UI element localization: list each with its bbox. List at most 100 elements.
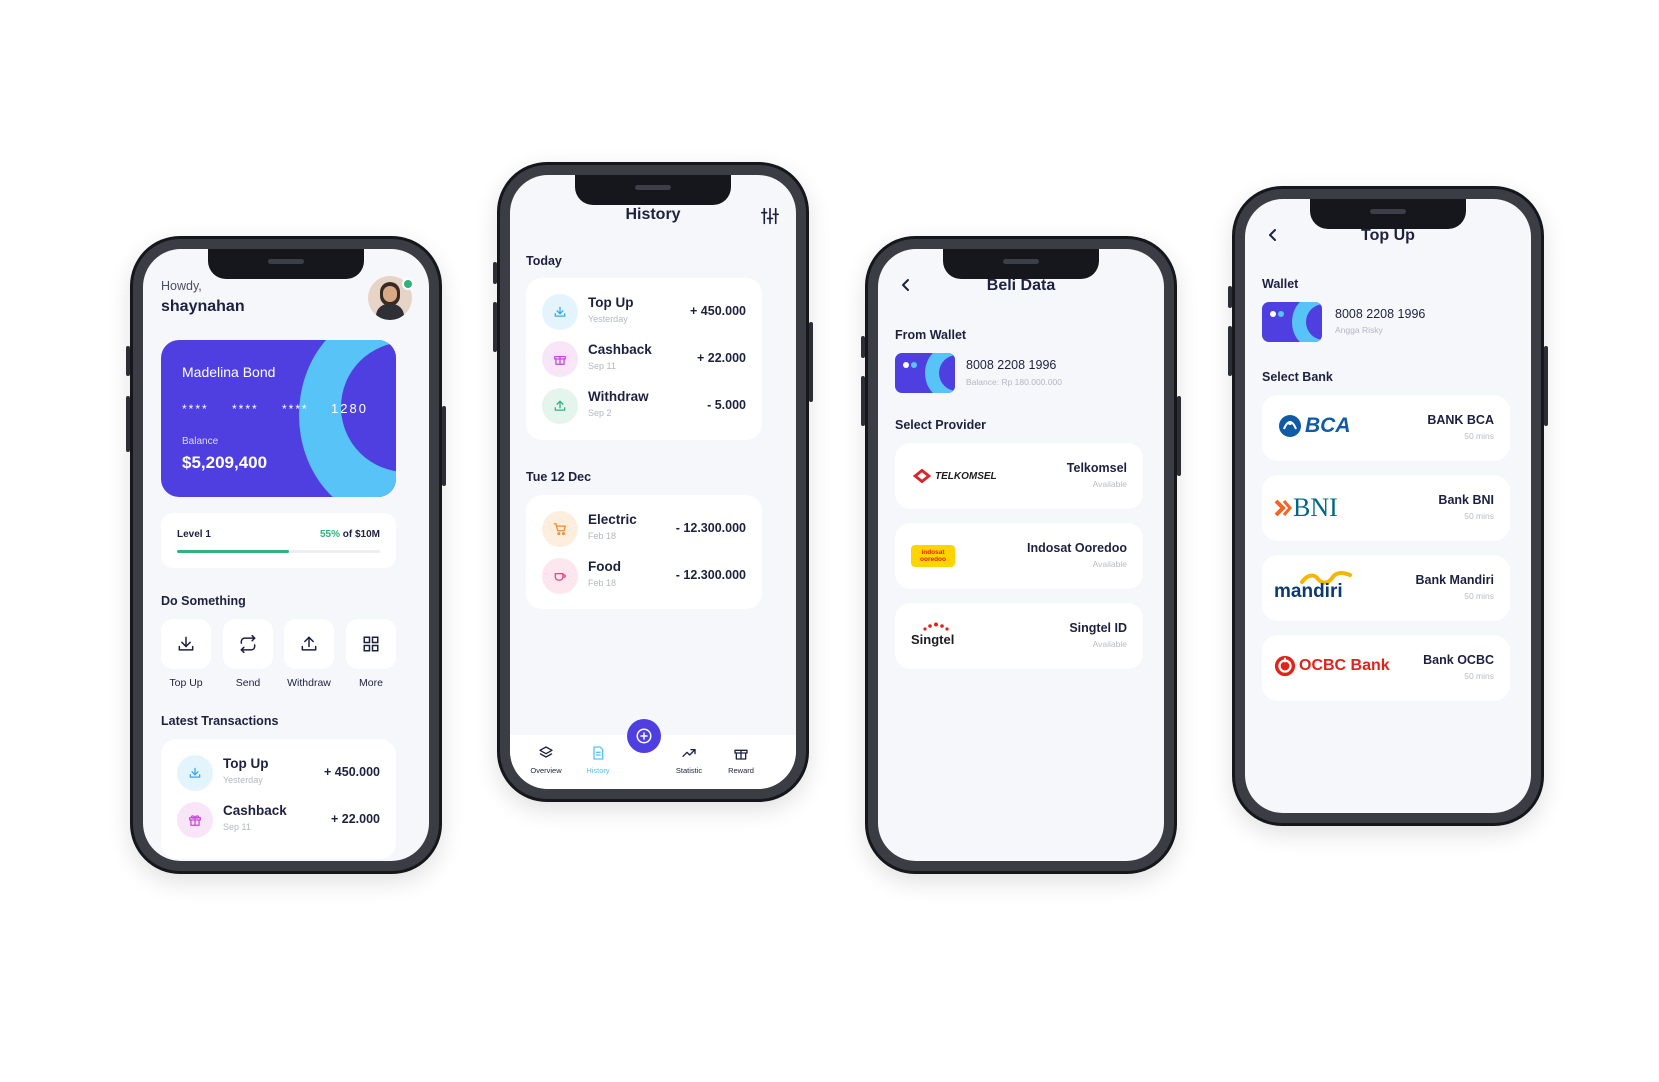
provider-telkomsel[interactable]: TELKOMSEL Telkomsel Available xyxy=(895,443,1143,509)
wallet-number: 8008 2208 1996 xyxy=(966,358,1057,372)
telkomsel-logo: TELKOMSEL xyxy=(911,465,997,487)
select-bank-label: Select Bank xyxy=(1262,370,1333,384)
side-button xyxy=(493,262,497,284)
upload-icon xyxy=(554,400,566,411)
cup-icon xyxy=(554,573,566,581)
nav-overview[interactable]: Overview xyxy=(524,745,568,775)
notch xyxy=(208,249,364,279)
filter-icon[interactable] xyxy=(760,207,780,225)
bca-logo: BCA xyxy=(1278,414,1351,438)
card-mask-2: **** xyxy=(232,402,259,416)
top-up-screen: Top Up Wallet 8008 2208 1996 Angga Risky… xyxy=(1245,199,1531,813)
indosat-logo: indosat ooredoo xyxy=(911,545,955,567)
do-something-title: Do Something xyxy=(161,594,246,608)
action-label: Send xyxy=(235,677,261,689)
action-withdraw[interactable]: Withdraw xyxy=(284,619,334,693)
tx-icon xyxy=(542,341,578,377)
page-title: Top Up xyxy=(1361,227,1415,244)
latest-transactions-card: Top Up Yesterday + 450.000 Cashback Sep … xyxy=(161,739,396,859)
tx-icon xyxy=(177,755,213,791)
nav-label: Reward xyxy=(728,766,754,775)
bank-mandiri[interactable]: mandiri Bank Mandiri 50 mins xyxy=(1262,555,1510,621)
tx-icon xyxy=(177,802,213,838)
card-mask-1: **** xyxy=(182,402,209,416)
bank-name: BANK BCA xyxy=(1427,413,1494,427)
provider-indosat[interactable]: indosat ooredoo Indosat Ooredoo Availabl… xyxy=(895,523,1143,589)
card-mask-3: **** xyxy=(282,402,309,416)
bank-ocbc[interactable]: OCBC Bank Bank OCBC 50 mins xyxy=(1262,635,1510,701)
tx-sub: Sep 2 xyxy=(588,408,612,418)
logo-text: indosat ooredoo xyxy=(920,549,946,563)
level-card: Level 1 55% of $10M xyxy=(161,513,396,568)
group-card-date: Electric Feb 18 - 12.300.000 Food Feb 18… xyxy=(526,495,762,609)
group-label-date: Tue 12 Dec xyxy=(526,470,592,484)
beli-data-screen: Beli Data From Wallet 8008 2208 1996 Bal… xyxy=(878,249,1164,861)
nav-label: Overview xyxy=(530,766,562,775)
gift-icon xyxy=(734,749,748,760)
username: shaynahan xyxy=(161,298,245,315)
page-title: History xyxy=(625,206,681,223)
provider-singtel[interactable]: Singtel Singtel ID Available xyxy=(895,603,1143,669)
notch xyxy=(1310,199,1466,229)
side-button xyxy=(1544,346,1548,426)
nav-statistic[interactable]: Statistic xyxy=(667,745,711,775)
phone-top-up: Top Up Wallet 8008 2208 1996 Angga Risky… xyxy=(1228,186,1548,826)
home-screen: Howdy, shaynahan Madelina Bond **** ****… xyxy=(143,249,429,861)
tx-icon xyxy=(542,294,578,330)
add-button[interactable] xyxy=(627,719,661,753)
nav-reward[interactable]: Reward xyxy=(719,745,763,775)
action-send[interactable]: Send xyxy=(223,619,273,693)
side-button xyxy=(493,302,497,352)
phone-history: History Today Top Up Yesterday + 450.000… xyxy=(493,162,813,802)
tx-amount: - 5.000 xyxy=(707,398,746,412)
provider-status: Available xyxy=(1092,479,1127,489)
select-provider-label: Select Provider xyxy=(895,418,987,432)
mandiri-logo: mandiri xyxy=(1274,571,1354,605)
nav-history[interactable]: History xyxy=(576,745,620,775)
action-more[interactable]: More xyxy=(346,619,396,693)
grid-icon xyxy=(363,636,379,652)
wallet-owner: Angga Risky xyxy=(1335,325,1383,335)
download-icon xyxy=(178,636,194,651)
tx-amount: + 450.000 xyxy=(690,304,746,318)
logo-text: OCBC Bank xyxy=(1299,657,1390,674)
card-last4: 1280 xyxy=(331,401,368,416)
group-label-today: Today xyxy=(526,254,562,268)
notch xyxy=(575,175,731,205)
provider-name: Indosat Ooredoo xyxy=(1027,541,1127,555)
notch xyxy=(943,249,1099,279)
verified-icon xyxy=(402,278,414,290)
bank-bni[interactable]: BNI Bank BNI 50 mins xyxy=(1262,475,1510,541)
card-holder: Madelina Bond xyxy=(182,364,276,380)
tx-amount: - 12.300.000 xyxy=(675,568,746,582)
tx-title: Top Up xyxy=(588,295,634,310)
tx-amount: + 450.000 xyxy=(324,765,380,779)
repeat-icon xyxy=(240,634,256,654)
document-icon xyxy=(593,746,604,760)
history-screen: History Today Top Up Yesterday + 450.000… xyxy=(510,175,796,789)
nav-label: History xyxy=(586,766,610,775)
tx-title: Food xyxy=(588,559,621,574)
side-button xyxy=(442,406,446,486)
tx-icon xyxy=(542,388,578,424)
bottom-nav: Overview History Statistic Reward xyxy=(510,719,796,789)
side-button xyxy=(126,346,130,376)
wallet-balance: Balance: Rp 180.000.000 xyxy=(966,377,1062,387)
logo-text: mandiri xyxy=(1274,581,1343,602)
action-label: Top Up xyxy=(169,677,203,689)
group-card-today: Top Up Yesterday + 450.000 Cashback Sep … xyxy=(526,278,762,440)
level-percent: 55% xyxy=(319,529,340,540)
from-wallet-label: From Wallet xyxy=(895,328,967,342)
download-icon xyxy=(554,306,566,317)
action-top-up[interactable]: Top Up xyxy=(161,619,211,693)
level-of: of $10M xyxy=(342,529,380,540)
tx-title: Cashback xyxy=(588,342,652,357)
latest-transactions-title: Latest Transactions xyxy=(161,714,279,728)
provider-name: Telkomsel xyxy=(1066,461,1127,475)
bni-logo: BNI xyxy=(1274,493,1338,523)
phone-home: Howdy, shaynahan Madelina Bond **** ****… xyxy=(126,236,446,874)
logo-text: TELKOMSEL xyxy=(935,470,997,482)
bank-bca[interactable]: BCA BANK BCA 50 mins xyxy=(1262,395,1510,461)
tx-sub: Yesterday xyxy=(223,775,263,785)
balance-card[interactable]: Madelina Bond **** **** **** 1280 Balanc… xyxy=(161,340,396,497)
